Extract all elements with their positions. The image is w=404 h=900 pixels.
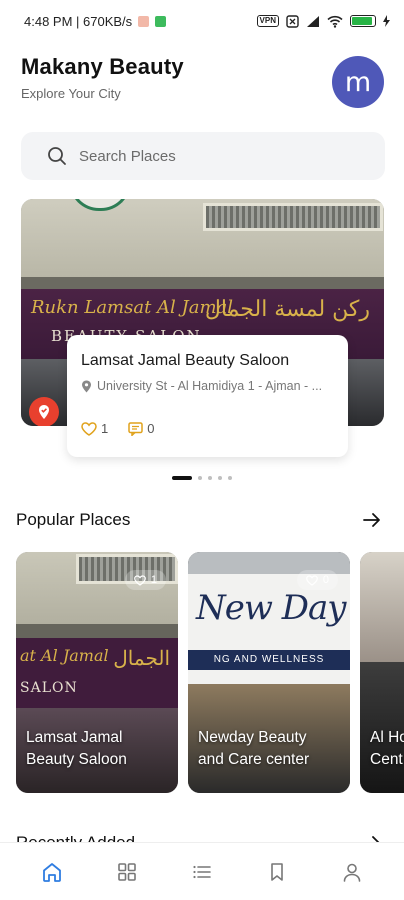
nav-profile[interactable] [332,852,372,892]
sign-latin-text: New Day [196,588,347,628]
nav-home[interactable] [32,852,72,892]
arrow-right-icon[interactable] [362,512,382,528]
location-badge-icon [29,397,59,426]
photo-vent [203,203,383,231]
place-name: Newday Beauty and Care center [198,727,309,771]
comments-count: 0 [147,421,155,436]
wifi-icon [327,15,343,28]
featured-place-stats: 1 0 [81,421,154,436]
grid-icon [117,862,136,881]
status-right: VPN [256,14,390,28]
vpn-icon: VPN [256,15,279,27]
nav-list[interactable] [182,852,222,892]
place-name: Al Ho Cent [370,727,404,771]
popular-card[interactable]: Al Ho Cent [360,552,404,793]
status-left: 4:48 PM | 670KB/s [24,13,167,29]
like-badge[interactable]: 0 [296,570,338,590]
sign-arabic-text: ركن لمسة الجمال [204,297,370,322]
place-name-line2: Cent [370,751,403,768]
home-icon [42,862,61,882]
photo-sign: at Al Jamal الجمال SALON [16,638,178,708]
photo-interior [360,552,404,662]
carousel-dot[interactable] [172,476,192,480]
popular-card[interactable]: New Day NG AND WELLNESS 0 Newday Beauty … [188,552,350,793]
sign-latin-text: at Al Jamal [20,646,109,665]
app-notification-icon [155,15,167,27]
list-icon [193,865,211,878]
popular-header: Popular Places [16,510,382,530]
like-count: 1 [150,574,157,586]
sign-sub-text: NG AND WELLNESS [188,650,350,670]
popular-card[interactable]: at Al Jamal الجمال SALON 1 Lamsat Jamal … [16,552,178,793]
bookmark-icon [271,862,283,881]
carousel-dot[interactable] [228,476,232,480]
user-icon [344,863,361,882]
place-name-line1: Al Ho [370,729,404,746]
likes-stat[interactable]: 1 [81,421,108,436]
carousel-dot[interactable] [208,476,212,480]
search-icon [48,147,66,165]
likes-count: 1 [101,421,109,436]
carousel-dot[interactable] [218,476,222,480]
comments-stat[interactable]: 0 [128,421,154,436]
place-name-line1: Newday Beauty [198,729,307,746]
featured-place-card[interactable]: Lamsat Jamal Beauty Saloon University St… [67,335,348,457]
place-name: Lamsat Jamal Beauty Saloon [26,727,127,771]
nav-categories[interactable] [107,852,147,892]
alarm-icon [286,14,299,28]
signal-icon [307,15,319,27]
sign-latin-text: Rukn Lamsat Al Jamal [31,297,234,318]
sign-arabic-text: الجمال [113,646,170,670]
like-badge[interactable]: 1 [124,570,166,590]
photo-beam [16,624,178,638]
heart-icon [306,574,318,586]
place-name-line2: and Care center [198,751,310,768]
search-bar[interactable] [21,132,385,180]
status-time: 4:48 PM | 670KB/s [24,13,133,29]
featured-place-address: University St - Al Hamidiya 1 - Ajman - … [81,379,334,393]
address-text: University St - Al Hamidiya 1 - Ajman - … [97,379,323,393]
featured-place-title: Lamsat Jamal Beauty Saloon [81,352,290,369]
bottom-nav [0,842,404,900]
app-subtitle: Explore Your City [21,86,121,101]
place-name-line2: Beauty Saloon [26,751,127,768]
battery-fill [352,17,372,25]
nav-saved[interactable] [257,852,297,892]
photo-beam [21,277,384,289]
charging-icon [383,15,390,27]
popular-list[interactable]: at Al Jamal الجمال SALON 1 Lamsat Jamal … [16,552,404,793]
heart-icon [134,574,146,586]
heart-icon [81,421,97,436]
notification-icon [138,15,150,27]
search-input[interactable] [79,147,339,165]
location-pin-icon [82,380,91,392]
status-bar: 4:48 PM | 670KB/s VPN [0,0,404,42]
like-count: 0 [322,574,329,586]
sign-sub-text: SALON [20,680,78,696]
app-title: Makany Beauty [21,54,184,79]
comment-icon [128,421,143,436]
battery-icon [350,15,376,27]
carousel-dot[interactable] [198,476,202,480]
app-header: Makany Beauty Explore Your City m [21,54,384,110]
place-name-line1: Lamsat Jamal [26,729,123,746]
avatar[interactable]: m [332,56,384,108]
carousel-indicator[interactable] [172,476,232,480]
popular-title: Popular Places [16,510,131,529]
